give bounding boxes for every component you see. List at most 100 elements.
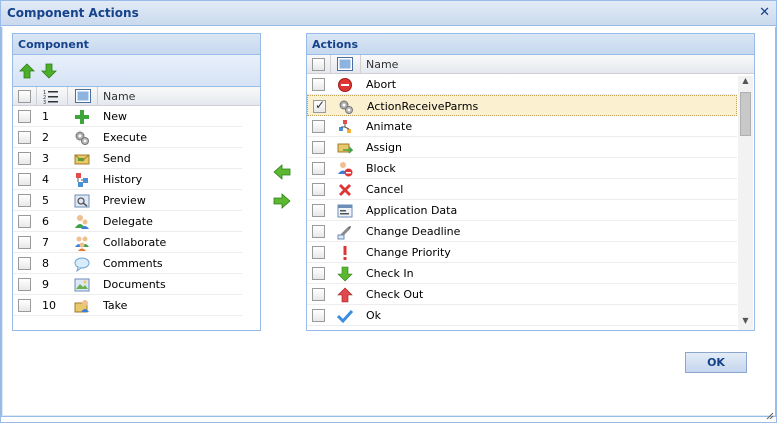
row-index: 7: [42, 236, 49, 249]
row-name: Send: [103, 152, 131, 165]
table-row[interactable]: 1 New: [13, 106, 242, 127]
row-checkbox[interactable]: [18, 236, 31, 249]
table-row[interactable]: Change Priority: [307, 242, 737, 263]
row-checkbox[interactable]: [18, 110, 31, 123]
scroll-thumb[interactable]: [740, 92, 751, 136]
gears-icon: [74, 130, 90, 146]
row-checkbox[interactable]: [18, 215, 31, 228]
row-name: Documents: [103, 278, 166, 291]
row-checkbox[interactable]: [312, 246, 325, 259]
check-out-icon: [337, 287, 353, 303]
row-checkbox[interactable]: [312, 162, 325, 175]
take-icon: [74, 298, 90, 314]
row-index: 9: [42, 278, 49, 291]
row-name: History: [103, 173, 143, 186]
row-checkbox[interactable]: [18, 194, 31, 207]
row-checkbox[interactable]: [312, 78, 325, 91]
table-row[interactable]: Assign: [307, 137, 737, 158]
table-row[interactable]: Animate: [307, 116, 737, 137]
actions-scrollbar[interactable]: ▲ ▼: [738, 76, 753, 330]
row-index: 10: [42, 299, 56, 312]
select-all-checkbox[interactable]: [18, 90, 31, 103]
animate-icon: [337, 119, 353, 135]
row-checkbox[interactable]: [312, 267, 325, 280]
scroll-up-icon[interactable]: ▲: [738, 76, 753, 90]
table-row[interactable]: 5 Preview: [13, 190, 242, 211]
row-checkbox[interactable]: [313, 98, 326, 113]
row-name: Collaborate: [103, 236, 167, 249]
row-name: Animate: [366, 120, 413, 133]
stop-icon: [337, 77, 353, 93]
row-checkbox[interactable]: [18, 257, 31, 270]
table-row[interactable]: Change Deadline: [307, 221, 737, 242]
table-row[interactable]: Application Data: [307, 200, 737, 221]
deadline-icon: [337, 224, 353, 240]
scroll-down-icon[interactable]: ▼: [738, 316, 753, 330]
table-row[interactable]: Abort: [307, 74, 737, 95]
row-checkbox[interactable]: [312, 120, 325, 133]
table-row[interactable]: Cancel: [307, 179, 737, 200]
row-checkbox[interactable]: [312, 288, 325, 301]
table-row[interactable]: Block: [307, 158, 737, 179]
component-rows: 1 New 2 Execute 3 Send 4 History 5 Preview 6 Delega…: [13, 106, 242, 316]
priority-icon: [337, 245, 353, 261]
row-index: 1: [42, 110, 49, 123]
table-row[interactable]: 8 Comments: [13, 253, 242, 274]
envelope-icon: [74, 151, 90, 167]
users-icon: [74, 214, 90, 230]
arrow-right-icon[interactable]: [273, 193, 291, 209]
component-panel-title: Component: [13, 34, 260, 55]
row-name: Ok: [366, 309, 382, 322]
row-name: Block: [366, 162, 396, 175]
select-all-checkbox[interactable]: [312, 58, 325, 71]
row-checkbox[interactable]: [312, 141, 325, 154]
actions-grid-header: Name: [307, 55, 754, 74]
row-index: 4: [42, 173, 49, 186]
row-name: Abort: [366, 78, 397, 91]
resize-grip-icon[interactable]: [766, 412, 774, 420]
table-row[interactable]: 10 Take: [13, 295, 242, 316]
row-name: New: [103, 110, 127, 123]
table-row[interactable]: 7 Collaborate: [13, 232, 242, 253]
preview-icon: [74, 193, 90, 209]
row-checkbox[interactable]: [312, 204, 325, 217]
block-user-icon: [337, 161, 353, 177]
actions-panel: Actions Name Abort ActionReceiveParms Anim…: [306, 33, 755, 331]
check-in-icon: [337, 266, 353, 282]
arrow-down-icon[interactable]: [41, 63, 57, 79]
row-checkbox[interactable]: [18, 152, 31, 165]
row-checkbox[interactable]: [18, 278, 31, 291]
row-checkbox[interactable]: [312, 309, 325, 322]
component-icon: [75, 89, 91, 103]
row-checkbox[interactable]: [312, 183, 325, 196]
comment-icon: [74, 256, 90, 273]
history-icon: [74, 172, 90, 188]
ok-button[interactable]: OK: [685, 352, 747, 373]
row-index: 6: [42, 215, 49, 228]
table-row[interactable]: Check In: [307, 263, 737, 284]
table-row[interactable]: Ok: [307, 305, 737, 326]
application-data-icon: [337, 203, 353, 219]
table-row[interactable]: 3 Send: [13, 148, 242, 169]
table-row[interactable]: 6 Delegate: [13, 211, 242, 232]
component-name-header[interactable]: Name: [103, 90, 135, 103]
table-row[interactable]: Check Out: [307, 284, 737, 305]
arrow-up-icon[interactable]: [19, 63, 35, 79]
group-icon: [74, 235, 90, 251]
row-checkbox[interactable]: [18, 131, 31, 144]
row-index: 3: [42, 152, 49, 165]
row-checkbox[interactable]: [18, 299, 31, 312]
table-row[interactable]: ActionReceiveParms: [307, 95, 737, 116]
table-row[interactable]: 4 History: [13, 169, 242, 190]
row-checkbox[interactable]: [18, 173, 31, 186]
arrow-left-icon[interactable]: [273, 164, 291, 180]
ordered-list-icon: 1 2 3: [43, 90, 58, 104]
actions-name-header[interactable]: Name: [366, 58, 398, 71]
row-checkbox[interactable]: [312, 225, 325, 238]
cancel-icon: [337, 182, 353, 198]
close-icon[interactable]: ✕: [759, 6, 770, 19]
row-name: Delegate: [103, 215, 153, 228]
table-row[interactable]: 2 Execute: [13, 127, 242, 148]
table-row[interactable]: 9 Documents: [13, 274, 242, 295]
component-grid-header: 1 2 3 Name: [13, 87, 260, 106]
